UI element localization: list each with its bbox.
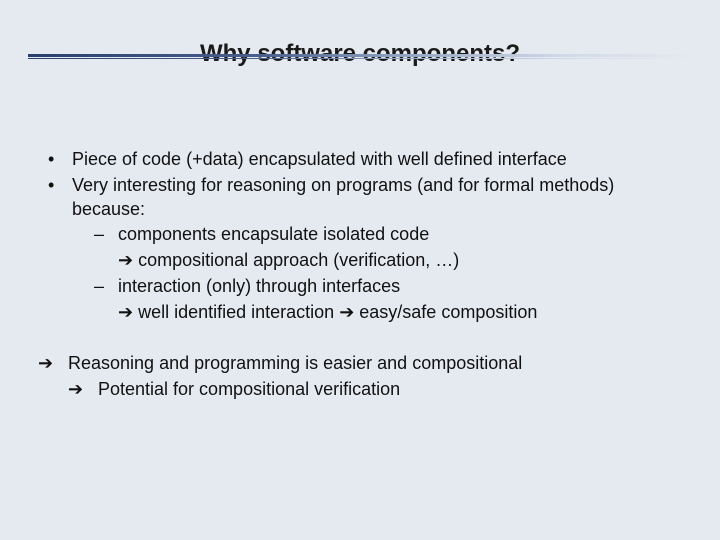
sub-bullet-item: components encapsulate isolated code <box>94 223 680 247</box>
summary-line: ➔ Reasoning and programming is easier an… <box>38 352 680 376</box>
sub-bullet-item: interaction (only) through interfaces <box>94 275 680 299</box>
sub-bullet-text: components encapsulate isolated code <box>118 223 680 247</box>
summary-text: Potential for compositional verification <box>98 378 680 402</box>
bullet-item: Very interesting for reasoning on progra… <box>44 174 680 222</box>
arrow-right-icon: ➔ <box>38 352 68 376</box>
sub-bullet-text: interaction (only) through interfaces <box>118 275 680 299</box>
summary-text: Reasoning and programming is easier and … <box>68 352 680 376</box>
sub-bullet-arrow-text: ➔ well identified interaction ➔ easy/saf… <box>118 302 537 322</box>
dash-marker-icon <box>94 223 118 247</box>
dash-marker-icon <box>94 275 118 299</box>
arrow-right-icon: ➔ <box>68 378 98 402</box>
sub-bullet-continuation: ➔ compositional approach (verification, … <box>118 249 680 273</box>
top-divider-thin <box>28 58 692 59</box>
bullet-text: Very interesting for reasoning on progra… <box>72 174 680 222</box>
bullet-marker-icon <box>44 174 72 222</box>
bullet-marker-icon <box>44 148 72 172</box>
summary-block: ➔ Reasoning and programming is easier an… <box>38 352 680 402</box>
summary-subline: ➔ Potential for compositional verificati… <box>68 378 680 402</box>
slide-body: Piece of code (+data) encapsulated with … <box>44 148 680 402</box>
sub-bullet-arrow-text: ➔ compositional approach (verification, … <box>118 250 459 270</box>
top-divider <box>28 54 692 60</box>
bullet-item: Piece of code (+data) encapsulated with … <box>44 148 680 172</box>
sub-bullet-continuation: ➔ well identified interaction ➔ easy/saf… <box>118 301 680 325</box>
bullet-text: Piece of code (+data) encapsulated with … <box>72 148 680 172</box>
top-divider-thick <box>28 54 692 57</box>
